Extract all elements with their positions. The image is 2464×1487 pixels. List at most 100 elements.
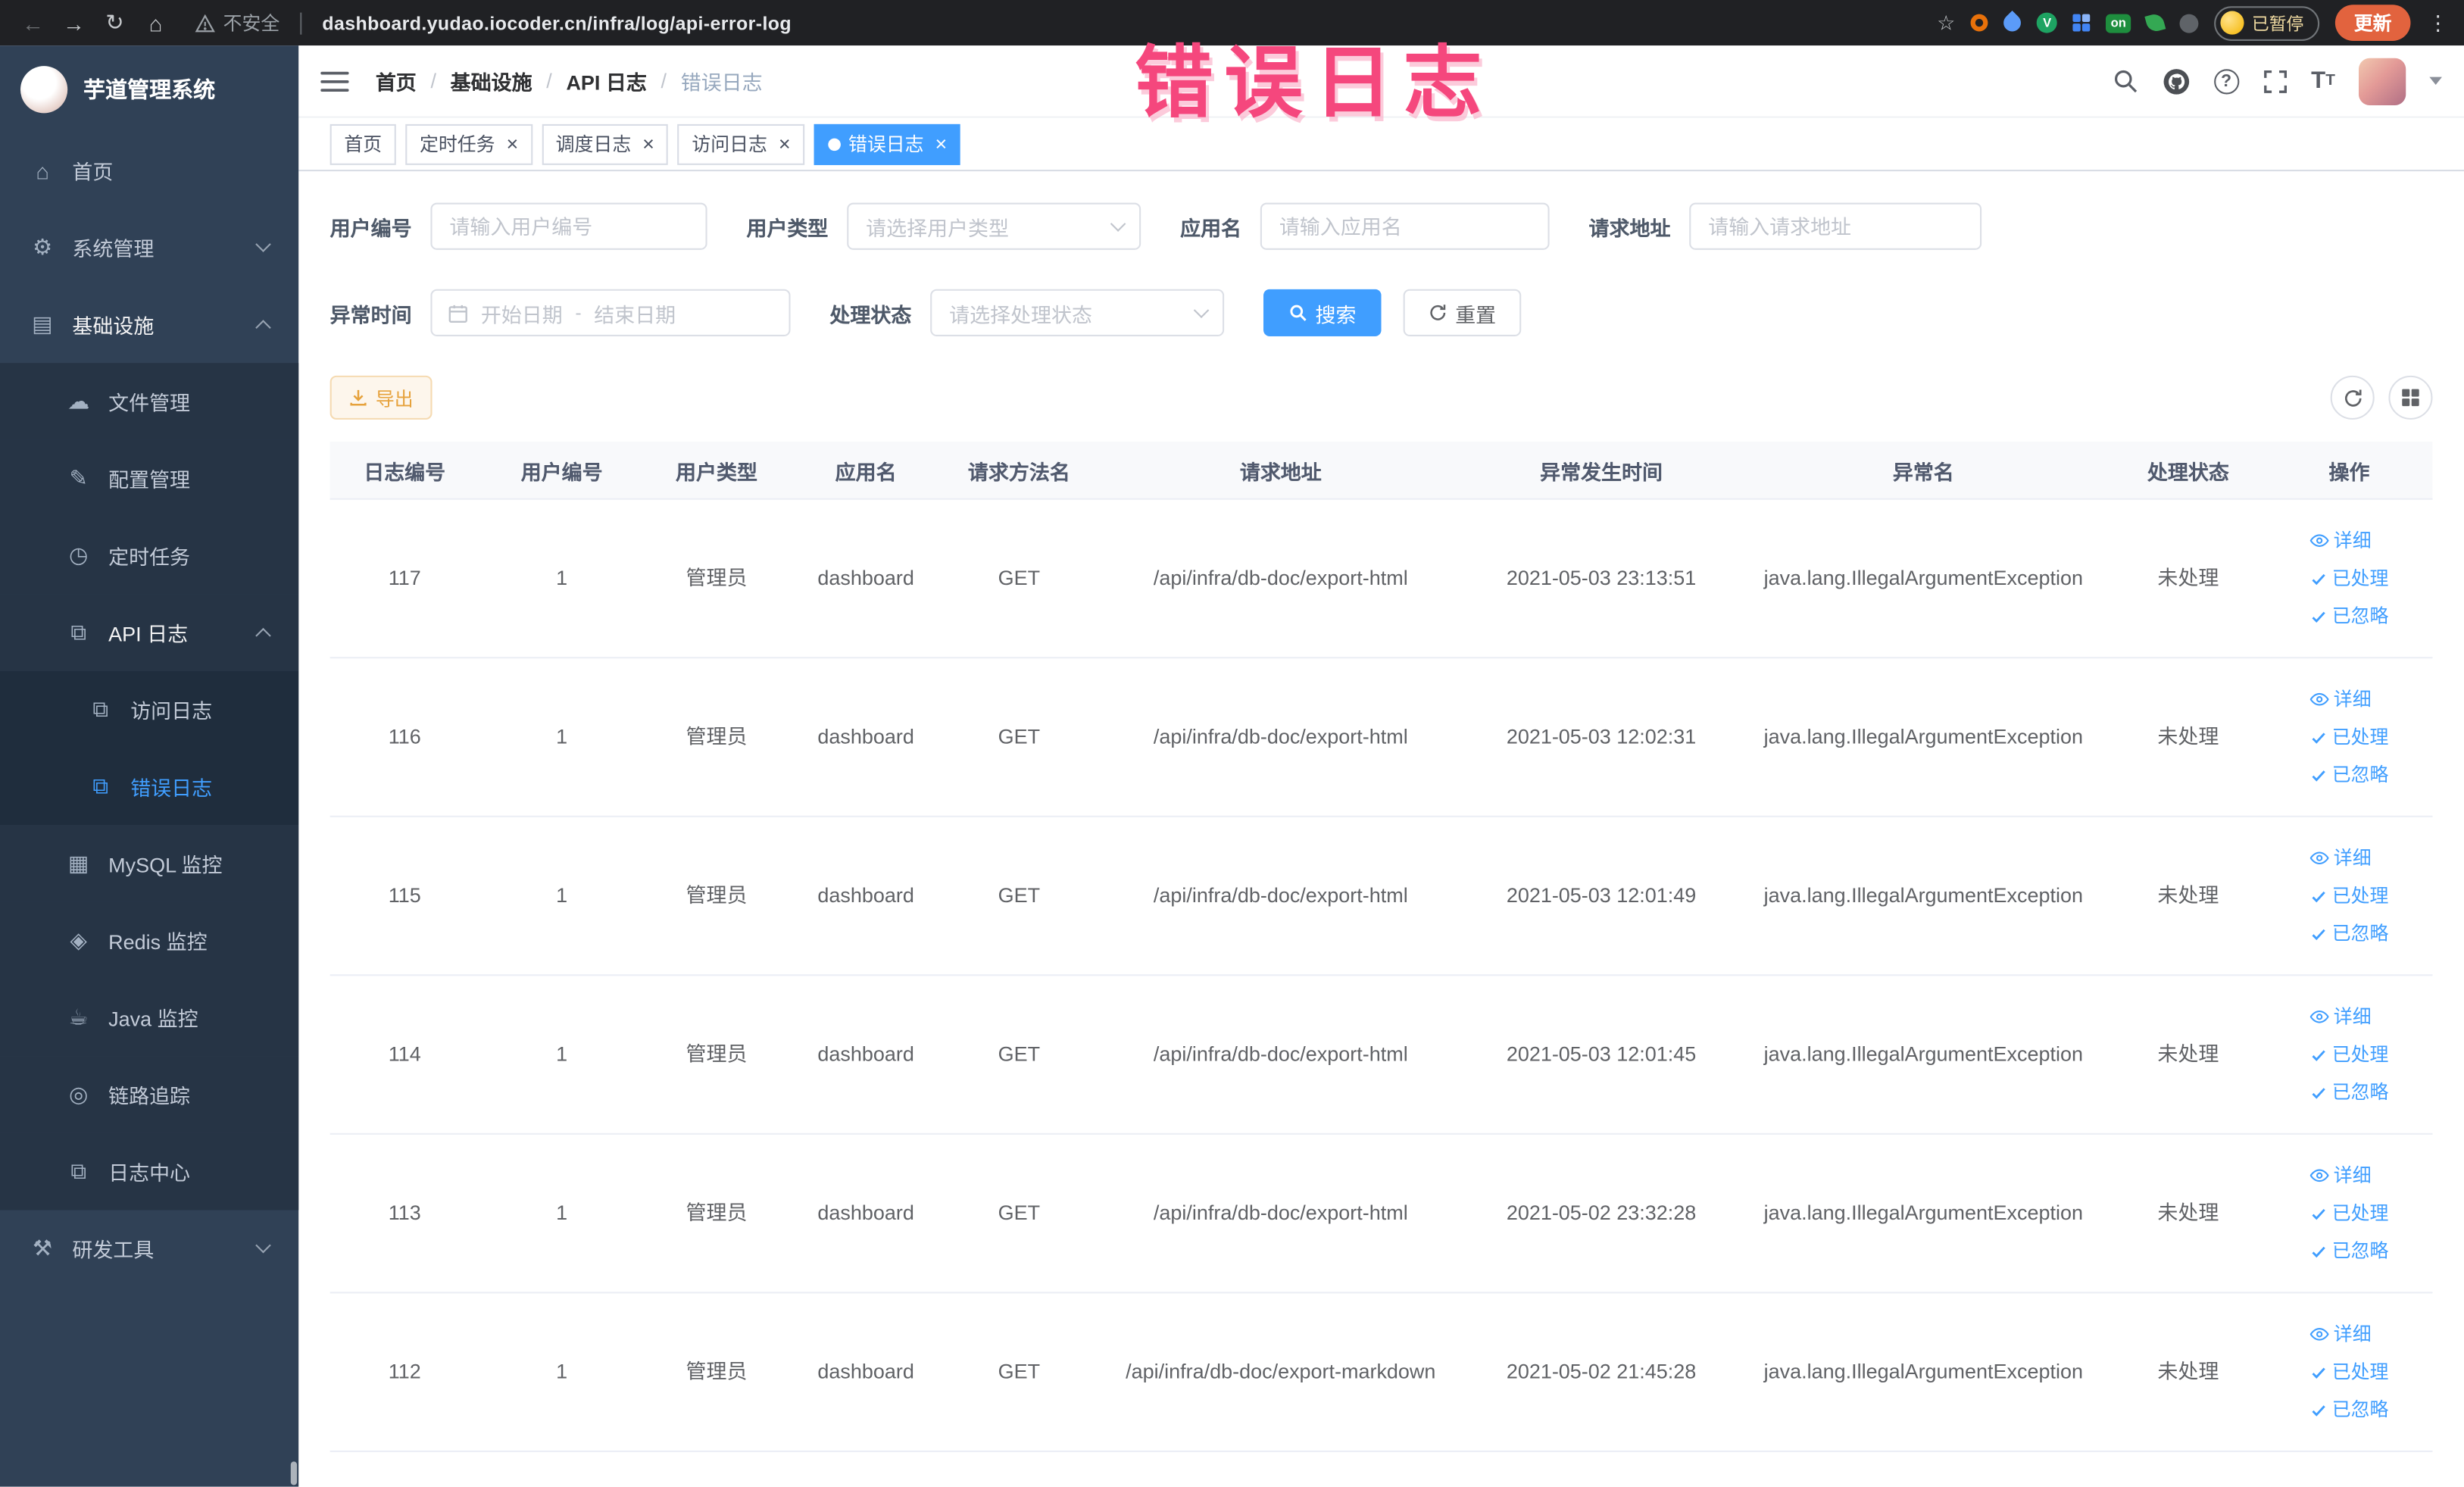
calendar-icon (448, 304, 467, 322)
detail-link[interactable]: 详细 (2309, 844, 2372, 872)
main-panel: 首页 / 基础设施 / API 日志 / 错误日志 ? TT 首页 定时任务 ×… (298, 45, 2464, 1487)
column-header: 用户编号 (520, 459, 603, 483)
mark-ignored-link[interactable]: 已忽略 (2310, 1237, 2388, 1265)
extension-icon-leaf[interactable] (2144, 12, 2166, 34)
mark-processed-link[interactable]: 已处理 (2310, 723, 2388, 751)
bookmark-star-icon[interactable]: ☆ (1937, 10, 1955, 35)
sidebar-item-label: 访问日志 (130, 699, 213, 723)
security-indicator[interactable]: 不安全 (195, 9, 280, 36)
sidebar-scrollbar[interactable] (290, 1461, 298, 1485)
fullscreen-icon[interactable] (2263, 68, 2288, 93)
view-tab-3[interactable]: 访问日志 × (677, 123, 804, 164)
help-icon[interactable]: ? (2213, 68, 2239, 94)
sidebar-collapse-icon[interactable] (320, 65, 351, 96)
view-tab-0[interactable]: 首页 (329, 123, 396, 164)
mark-processed-link[interactable]: 已处理 (2310, 1040, 2388, 1068)
close-icon[interactable]: × (642, 133, 654, 154)
chevron-down-icon[interactable] (2429, 77, 2442, 86)
sidebar-item-infrastructure[interactable]: ▤ 基础设施 (0, 286, 298, 364)
user-avatar[interactable] (2359, 57, 2406, 105)
close-icon[interactable]: × (935, 133, 947, 154)
search-button[interactable]: 搜索 (1263, 289, 1382, 336)
reset-button[interactable]: 重置 (1403, 289, 1522, 336)
column-settings-button[interactable] (2388, 375, 2433, 420)
sidebar-item-log-center[interactable]: ⧉ 日志中心 (0, 1132, 299, 1211)
back-icon[interactable]: ← (16, 10, 51, 35)
request-url-input[interactable] (1689, 202, 1982, 250)
user-type-select[interactable]: 请选择用户类型 (847, 202, 1141, 250)
extension-on-badge[interactable]: on (2106, 13, 2131, 33)
chrome-menu-icon[interactable]: ⋮ (2428, 10, 2448, 35)
chrome-update-button[interactable]: 更新 (2334, 5, 2411, 41)
sidebar-item-label: Redis 监控 (108, 930, 208, 954)
github-icon[interactable] (2162, 67, 2190, 95)
extension-icon-grid[interactable] (2072, 14, 2091, 32)
logo[interactable]: 芋道管理系统 (0, 45, 298, 132)
mark-processed-link[interactable]: 已处理 (2310, 1199, 2388, 1227)
table-header-row: 日志编号 用户编号 用户类型 应用名 请求方法名 请求地址 异常发生时间 异常名 处理状态 操作 (329, 441, 2433, 500)
extension-icon-orange[interactable] (1970, 14, 1988, 32)
sidebar-item-error-log[interactable]: ⧉ 错误日志 (0, 748, 299, 826)
tab-label: 首页 (344, 133, 383, 156)
mark-ignored-link[interactable]: 已忽略 (2310, 920, 2388, 948)
font-size-icon[interactable]: TT (2311, 67, 2335, 94)
sidebar-item-link-trace[interactable]: ◎ 链路追踪 (0, 1056, 299, 1133)
mark-ignored-link[interactable]: 已忽略 (2310, 761, 2388, 789)
detail-link[interactable]: 详细 (2309, 1003, 2372, 1031)
sidebar-item-dev-tools[interactable]: ⚒ 研发工具 (0, 1210, 298, 1287)
detail-link[interactable]: 详细 (2309, 1161, 2372, 1189)
extension-icon-v[interactable]: V (2037, 12, 2058, 33)
mark-processed-link[interactable]: 已处理 (2310, 564, 2388, 592)
export-button[interactable]: 导出 (329, 375, 433, 420)
check-icon (2312, 1207, 2325, 1220)
detail-link[interactable]: 详细 (2309, 526, 2372, 555)
cell-request-url: /api/infra/db-doc/export-html (1153, 566, 1408, 590)
exception-time-range-picker[interactable]: 开始日期 - 结束日期 (430, 289, 791, 336)
search-icon[interactable] (2112, 67, 2138, 94)
cell-user-id: 1 (556, 1042, 568, 1067)
sidebar-item-java-monitor[interactable]: ☕ Java 监控 (0, 979, 299, 1057)
sidebar-item-system-management[interactable]: ⚙ 系统管理 (0, 209, 298, 286)
detail-link[interactable]: 详细 (2309, 1320, 2372, 1348)
breadcrumb-item[interactable]: 基础设施 (451, 66, 532, 95)
sidebar-item-api-logs[interactable]: ⧉ API 日志 (0, 594, 299, 671)
sidebar-item-redis-monitor[interactable]: ◈ Redis 监控 (0, 901, 299, 979)
extension-icon-paw[interactable] (2179, 13, 2199, 33)
sidebar-item-scheduled-jobs[interactable]: ◷ 定时任务 (0, 517, 299, 595)
paused-profile-chip[interactable]: 已暂停 (2214, 5, 2320, 40)
view-tab-4[interactable]: 错误日志 × (814, 123, 961, 164)
forward-icon[interactable]: → (57, 10, 92, 35)
cell-request-url: /api/infra/db-doc/export-html (1153, 724, 1408, 749)
sidebar-item-mysql-monitor[interactable]: ▦ MySQL 监控 (0, 825, 299, 902)
close-icon[interactable]: × (506, 133, 518, 154)
refresh-button[interactable] (2330, 375, 2375, 420)
breadcrumb-item[interactable]: 首页 (376, 66, 417, 95)
sidebar-item-home[interactable]: ⌂ 首页 (0, 132, 298, 209)
user-id-input[interactable] (430, 202, 707, 250)
home-icon[interactable]: ⌂ (139, 10, 173, 35)
sidebar-item-config-management[interactable]: ✎ 配置管理 (0, 439, 299, 517)
process-status-select[interactable]: 请选择处理状态 (930, 289, 1225, 336)
column-header: 操作 (2328, 459, 2370, 483)
request-url-label: 请求地址 (1588, 216, 1671, 240)
view-tab-2[interactable]: 调度日志 × (541, 123, 669, 164)
tab-label: 定时任务 (419, 133, 495, 156)
mark-processed-link[interactable]: 已处理 (2310, 1357, 2388, 1385)
app-name-input[interactable] (1260, 202, 1550, 250)
cell-status: 未处理 (2157, 1201, 2219, 1225)
mark-ignored-link[interactable]: 已忽略 (2310, 1078, 2388, 1106)
mark-ignored-link[interactable]: 已忽略 (2310, 602, 2388, 630)
close-icon[interactable]: × (778, 133, 790, 154)
sidebar-item-file-management[interactable]: ☁ 文件管理 (0, 363, 299, 440)
breadcrumb-item[interactable]: API 日志 (566, 66, 646, 95)
mark-processed-link[interactable]: 已处理 (2310, 882, 2388, 910)
extension-icon-drop[interactable] (2000, 10, 2025, 36)
address-url[interactable]: dashboard.yudao.iocoder.cn/infra/log/api… (322, 12, 792, 34)
sidebar-item-access-log[interactable]: ⧉ 访问日志 (0, 670, 299, 748)
exception-time-label: 异常时间 (329, 302, 412, 326)
view-tab-1[interactable]: 定时任务 × (405, 123, 532, 164)
detail-link[interactable]: 详细 (2309, 686, 2372, 714)
reload-icon[interactable]: ↻ (98, 9, 133, 36)
mark-ignored-link[interactable]: 已忽略 (2310, 1395, 2388, 1423)
cell-method: GET (998, 1201, 1041, 1225)
